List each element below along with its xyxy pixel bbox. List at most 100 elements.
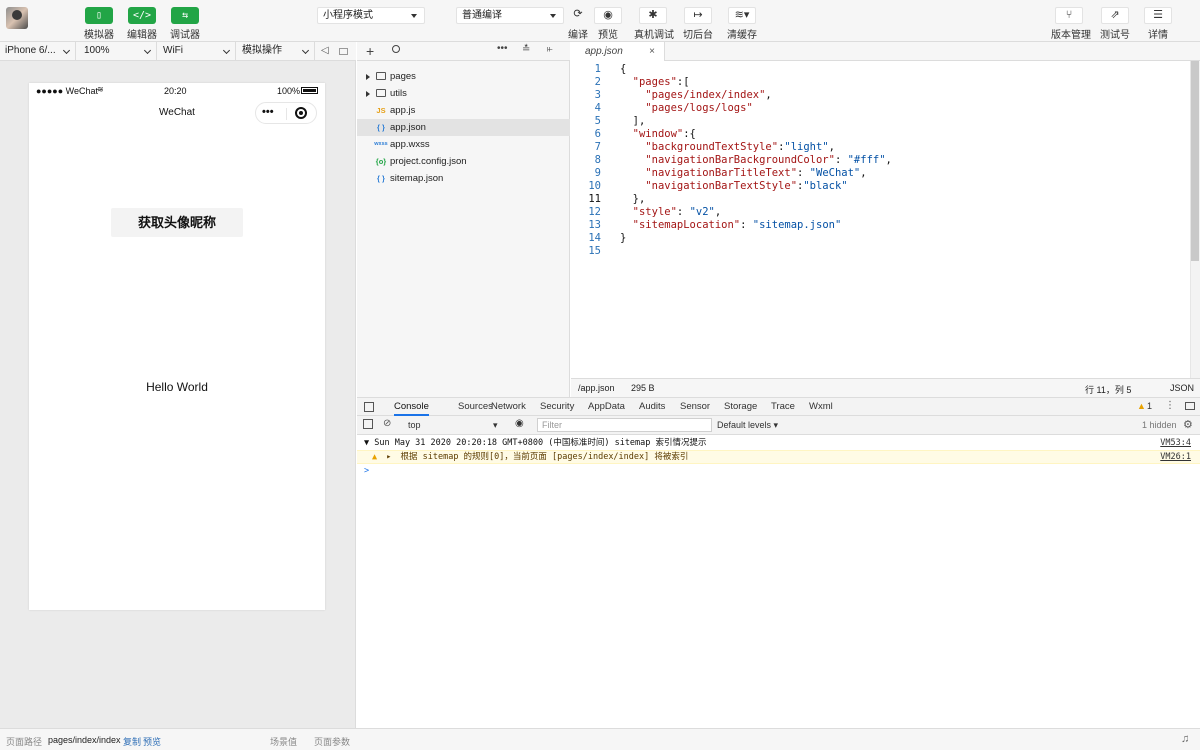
devtools-tab-trace[interactable]: Trace bbox=[771, 398, 795, 416]
cursor-position[interactable]: 行 11，列 5 bbox=[1085, 383, 1131, 396]
inspect-element-icon[interactable] bbox=[364, 402, 374, 412]
devtools-tab-network[interactable]: Network bbox=[491, 398, 526, 416]
clear-cache-label: 清缓存 bbox=[727, 30, 757, 41]
compile-mode-select[interactable]: 普通编译 bbox=[456, 7, 564, 24]
expand-arrow-icon[interactable]: ▸ bbox=[386, 452, 391, 462]
code-line: "navigationBarTitleText": "WeChat", bbox=[645, 167, 867, 179]
tree-file-sitemap-json[interactable]: { } sitemap.json bbox=[357, 170, 570, 187]
line-number: 2 bbox=[594, 76, 601, 88]
tree-file-app-wxss[interactable]: wxss app.wxss bbox=[357, 136, 570, 153]
page-params-button[interactable]: 页面参数 bbox=[314, 735, 350, 748]
tree-folder-utils[interactable]: utils bbox=[357, 85, 570, 102]
bell-icon[interactable]: ♫ bbox=[1181, 733, 1189, 745]
editor-tab-bar: app.json × bbox=[571, 42, 1200, 61]
search-icon[interactable] bbox=[392, 45, 400, 53]
console-warning-row[interactable]: ▲ ▸ 根据 sitemap 的规则[0]，当前页面 [pages/index/… bbox=[357, 450, 1200, 464]
code-line: }, bbox=[632, 193, 646, 205]
mode-select[interactable]: 小程序模式 bbox=[317, 7, 425, 24]
copy-link[interactable]: 复制 bbox=[123, 735, 141, 748]
tree-file-app-js[interactable]: JS app.js bbox=[357, 102, 570, 119]
expand-arrow-icon[interactable] bbox=[366, 74, 370, 80]
zoom-select[interactable]: 100% bbox=[79, 42, 157, 61]
log-source-link[interactable]: VM53:4 bbox=[1160, 437, 1191, 450]
undock-icon[interactable] bbox=[1185, 402, 1195, 410]
console-filter-input[interactable]: Filter bbox=[537, 418, 712, 432]
log-levels-select[interactable]: Default levels ▾ bbox=[717, 420, 778, 431]
editor-toggle-button[interactable]: </> 编辑器 bbox=[120, 0, 164, 41]
more-icon[interactable]: ••• bbox=[497, 43, 508, 54]
sim-ops-select[interactable]: 模拟操作 bbox=[237, 42, 315, 61]
gear-icon[interactable]: ⚙ bbox=[1183, 418, 1193, 431]
mode-select-value: 小程序模式 bbox=[323, 10, 373, 21]
chevron-down-icon bbox=[62, 46, 71, 55]
version-control-button[interactable]: ⑂ 版本管理 bbox=[1051, 0, 1091, 41]
scene-value-button[interactable]: 场景值 bbox=[270, 735, 297, 748]
clear-console-icon[interactable]: ⊘ bbox=[383, 418, 391, 429]
warning-source-link[interactable]: VM26:1 bbox=[1160, 451, 1191, 464]
context-value: top bbox=[408, 420, 421, 430]
compile-button[interactable]: ⟳ 编译 bbox=[566, 0, 590, 41]
code-line: { bbox=[620, 63, 627, 75]
tree-file-project-config[interactable]: {o} project.config.json bbox=[357, 153, 570, 170]
devtools-tab-sensor[interactable]: Sensor bbox=[680, 398, 710, 416]
sim-ops-value: 模拟操作 bbox=[242, 45, 282, 56]
background-button[interactable]: ↦ 切后台 bbox=[683, 0, 713, 41]
kebab-menu-icon[interactable]: ⋮ bbox=[1165, 400, 1175, 411]
user-avatar[interactable] bbox=[6, 7, 28, 29]
menu-capsule[interactable]: ••• bbox=[255, 102, 317, 124]
devtools-tab-console[interactable]: Console bbox=[394, 398, 429, 416]
console-prompt[interactable]: > bbox=[357, 465, 1200, 479]
simulator-toggle-button[interactable]: ▯ 模拟器 bbox=[77, 0, 121, 41]
devtools-tab-audits[interactable]: Audits bbox=[639, 398, 665, 416]
close-icon[interactable]: × bbox=[649, 42, 655, 61]
console-output[interactable]: ▼ Sun May 31 2020 20:20:18 GMT+0800 (中国标… bbox=[357, 435, 1200, 728]
console-log-group[interactable]: ▼ Sun May 31 2020 20:20:18 GMT+0800 (中国标… bbox=[357, 437, 1200, 451]
preview-label: 预览 bbox=[598, 30, 618, 41]
devtools-tab-sources[interactable]: Sources bbox=[458, 398, 493, 416]
devtools-tab-wxml[interactable]: Wxml bbox=[809, 398, 833, 416]
sidebar-toggle-icon[interactable] bbox=[363, 419, 373, 429]
tree-item-name: app.wxss bbox=[390, 139, 430, 150]
expand-arrow-icon[interactable] bbox=[366, 91, 370, 97]
preview-link[interactable]: 预览 bbox=[143, 735, 161, 748]
log-levels-value: Default levels bbox=[717, 420, 772, 430]
scrollbar-thumb[interactable] bbox=[1191, 61, 1199, 261]
line-number: 15 bbox=[588, 245, 601, 257]
code-editor[interactable]: 1 2 3 4 5 6 7 8 9 10 11 12 13 14 15 { "pages":[ "pages… bbox=[571, 61, 1200, 378]
context-select[interactable]: top ▾ bbox=[408, 420, 498, 430]
test-account-button[interactable]: ⇗ 测试号 bbox=[1100, 0, 1130, 41]
collapse-icon[interactable]: ≛ bbox=[522, 44, 530, 55]
add-file-icon[interactable]: + bbox=[366, 43, 374, 59]
window-icon[interactable] bbox=[339, 48, 348, 55]
more-dots-icon[interactable]: ••• bbox=[262, 106, 274, 118]
devtools-tab-security[interactable]: Security bbox=[540, 398, 574, 416]
editor-scrollbar[interactable] bbox=[1190, 61, 1200, 378]
network-select[interactable]: WiFi bbox=[158, 42, 236, 61]
split-icon[interactable]: ⫦ bbox=[547, 44, 553, 55]
battery-percent: 100% bbox=[277, 86, 301, 96]
details-button[interactable]: ☰ 详情 bbox=[1143, 0, 1173, 41]
editor-tab-app-json[interactable]: app.json × bbox=[571, 42, 665, 61]
bottom-status-bar: 页面路径 pages/index/index 复制 预览 场景值 页面参数 ♫ bbox=[0, 728, 1200, 750]
language-mode[interactable]: JSON bbox=[1170, 383, 1194, 393]
device-select[interactable]: iPhone 6/... bbox=[0, 42, 76, 61]
branch-icon: ⑂ bbox=[1055, 7, 1083, 24]
devtools-tab-appdata[interactable]: AppData bbox=[588, 398, 625, 416]
wxss-file-icon: wxss bbox=[374, 141, 388, 147]
clear-cache-button[interactable]: ≋▾ 清缓存 bbox=[727, 0, 757, 41]
code-line: "pages/logs/logs" bbox=[645, 102, 753, 114]
tree-folder-pages[interactable]: pages bbox=[357, 68, 570, 85]
warning-icon[interactable]: ▲ bbox=[1137, 401, 1146, 411]
volume-icon[interactable]: ◁ bbox=[321, 45, 329, 56]
tree-file-app-json[interactable]: { } app.json bbox=[357, 119, 570, 136]
devtools-tab-storage[interactable]: Storage bbox=[724, 398, 757, 416]
remote-debug-button[interactable]: ✱ 真机调试 bbox=[634, 0, 674, 41]
eye-icon: ◉ bbox=[594, 7, 622, 24]
phone-screen: ●●●●● WeChat ≋ 20:20 100% WeChat ••• 获取头… bbox=[29, 83, 325, 610]
preview-button[interactable]: ◉ 预览 bbox=[594, 0, 622, 41]
get-profile-button[interactable]: 获取头像昵称 bbox=[111, 208, 243, 237]
tree-item-name: utils bbox=[390, 88, 407, 99]
eye-icon[interactable]: ◉ bbox=[515, 418, 524, 429]
close-target-icon[interactable] bbox=[295, 107, 307, 119]
debugger-toggle-button[interactable]: ⇆ 调试器 bbox=[163, 0, 207, 41]
